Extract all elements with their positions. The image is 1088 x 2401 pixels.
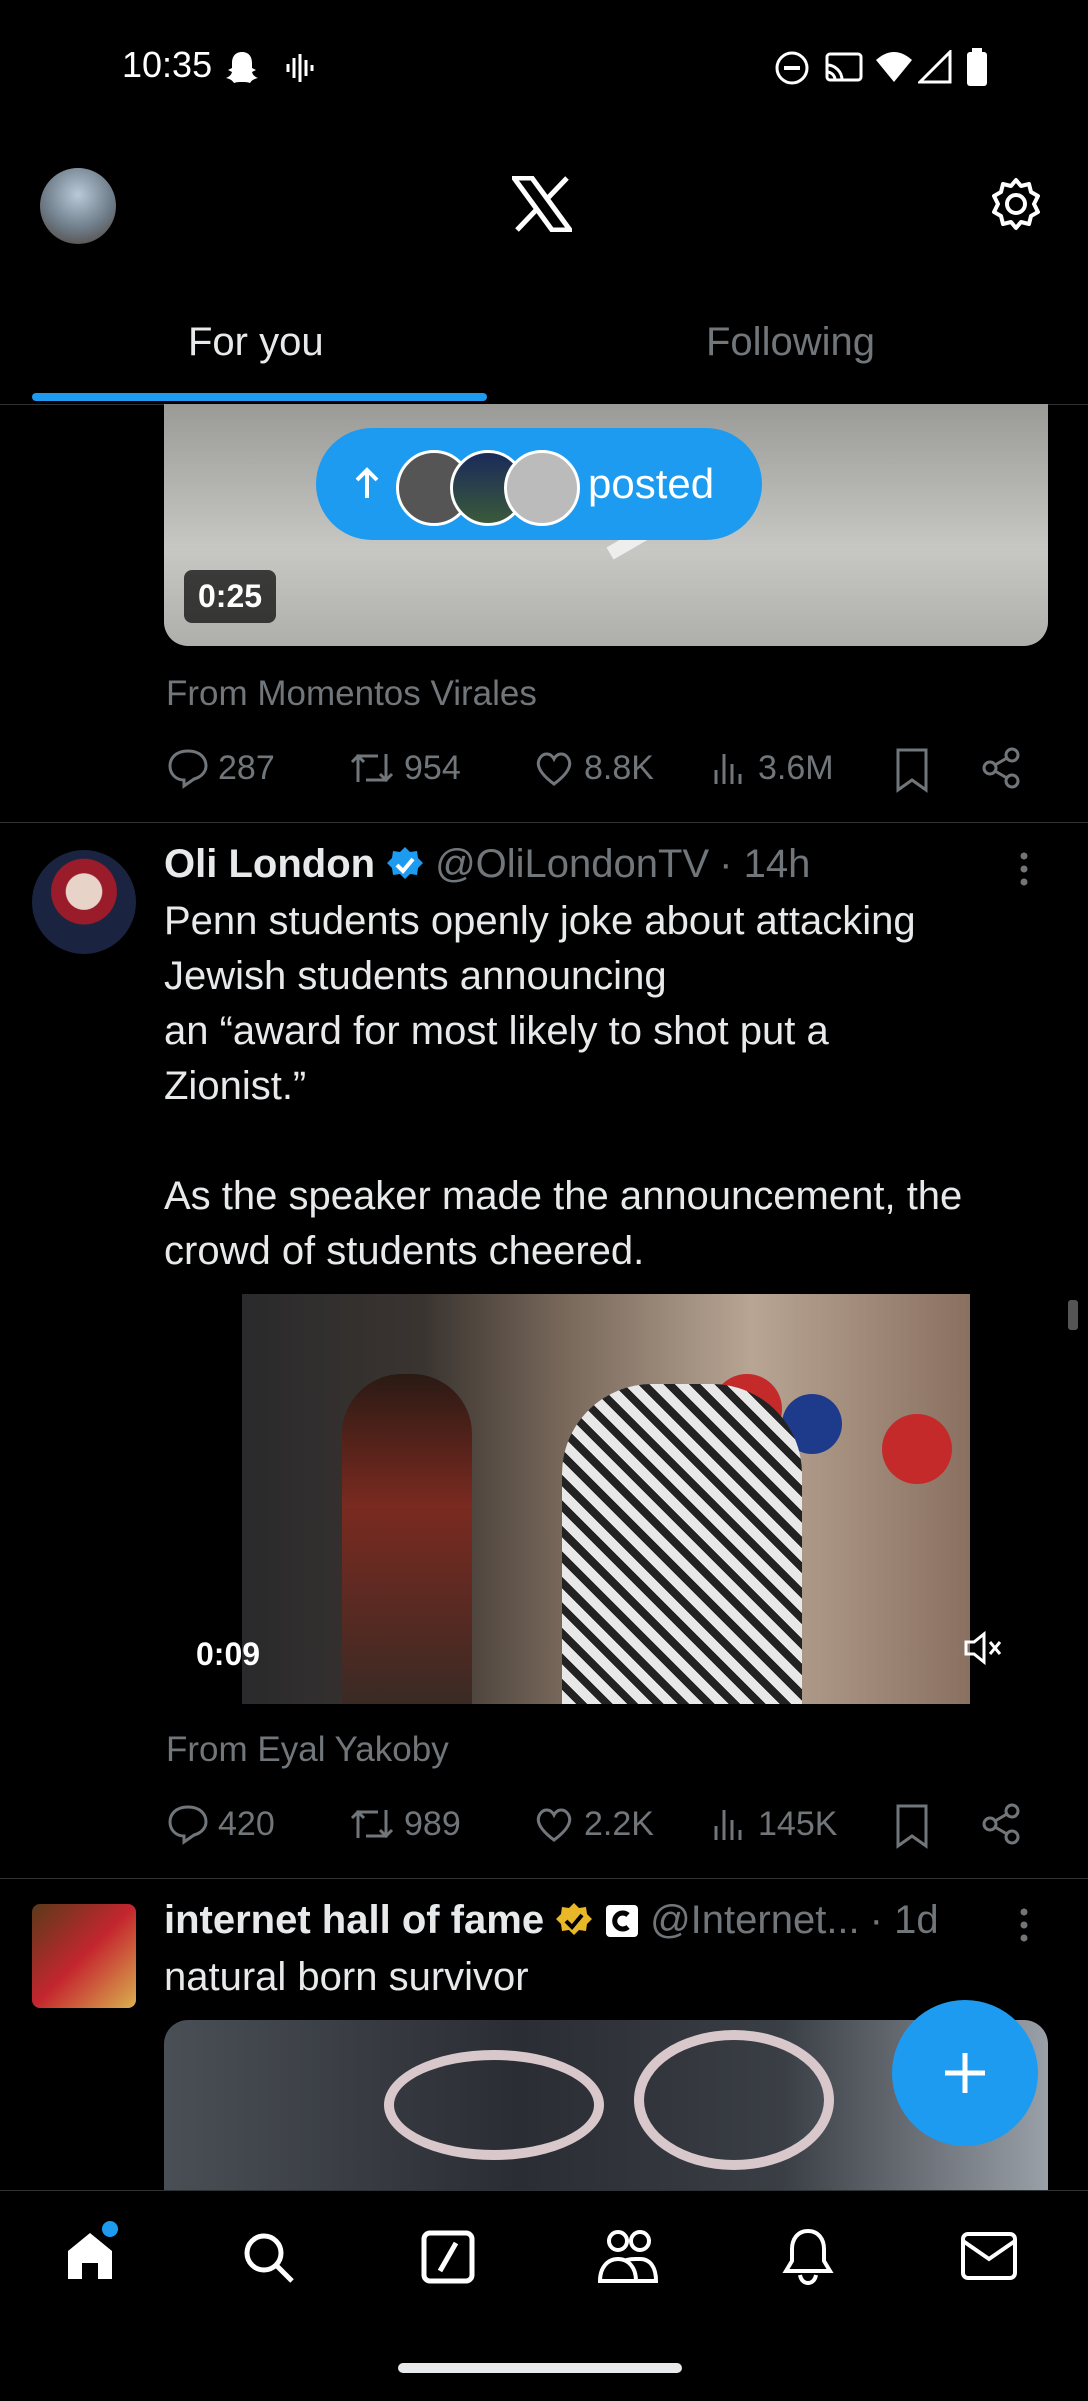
messages-icon[interactable] [960, 2231, 1018, 2281]
compose-button[interactable] [892, 2000, 1038, 2146]
dnd-icon [775, 51, 809, 85]
avatar[interactable] [32, 850, 136, 954]
like-count: 8.8K [584, 748, 654, 787]
video-source[interactable]: From Momentos Virales [166, 674, 537, 714]
reply-button[interactable]: 420 [166, 1802, 275, 1846]
search-icon[interactable] [240, 2229, 296, 2285]
tweet-text: Penn students openly joke about attackin… [164, 899, 963, 1273]
retweet-count: 954 [404, 748, 461, 787]
affiliate-badge-icon [606, 1904, 639, 1937]
balloon [882, 1414, 952, 1484]
retweet-button[interactable]: 954 [348, 746, 461, 790]
video-duration: 0:09 [196, 1636, 261, 1672]
plus-icon [945, 2053, 985, 2093]
video-frame [242, 1294, 970, 1704]
muted-speaker-icon[interactable] [962, 1628, 1004, 1668]
notifications-bell-icon[interactable] [780, 2227, 836, 2287]
audio-icon [286, 54, 314, 82]
bottom-navigation [0, 2190, 1088, 2401]
settings-gear-icon[interactable] [988, 176, 1044, 232]
person [342, 1374, 472, 1704]
retweet-count: 989 [404, 1804, 461, 1843]
views-icon [714, 1810, 742, 1840]
home-gesture-bar[interactable] [398, 2363, 682, 2373]
retweet-icon [350, 753, 394, 783]
like-button[interactable]: 2.2K [532, 1802, 654, 1846]
author-name[interactable]: Oli London [164, 842, 375, 887]
status-bar: 10:35 [0, 0, 1088, 140]
verified-badge-icon [387, 846, 424, 879]
tab-following[interactable]: Following [706, 320, 875, 365]
communities-icon[interactable] [596, 2227, 660, 2285]
views-button[interactable]: 3.6M [710, 746, 834, 790]
tweet-time: · 1d [869, 1898, 939, 1942]
tweet-text: natural born survivor [164, 1955, 529, 1999]
gold-verified-badge-icon [556, 1902, 593, 1935]
tweet-video[interactable] [164, 1294, 1048, 1704]
wifi-icon [876, 52, 912, 82]
new-posts-pill[interactable]: posted [316, 428, 762, 540]
video-duration: 0:25 [184, 570, 277, 623]
divider [0, 1878, 1088, 1879]
share-icon[interactable] [980, 1802, 1024, 1846]
like-count: 2.2K [584, 1804, 654, 1843]
tweet-header: internet hall of fame @Internet... · 1d [164, 1898, 939, 1943]
author-handle[interactable]: @OliLondonTV [435, 842, 709, 887]
tweet-time: · 14h [719, 842, 811, 886]
pill-label: posted [588, 460, 715, 507]
author-handle[interactable]: @Internet... [650, 1898, 860, 1943]
person [562, 1384, 802, 1704]
tweet-header: Oli London @OliLondonTV · 14h [164, 842, 810, 887]
notification-dot [102, 2221, 118, 2237]
more-options-icon[interactable] [1014, 1906, 1034, 1946]
reply-button[interactable]: 287 [166, 746, 275, 790]
cast-icon [825, 52, 863, 82]
views-button[interactable]: 145K [710, 1802, 837, 1846]
battery-icon [967, 48, 987, 86]
signal-icon [918, 50, 952, 84]
avatar[interactable] [32, 1904, 136, 2008]
share-icon[interactable] [980, 746, 1024, 790]
views-icon [714, 754, 742, 784]
tab-for-you[interactable]: For you [188, 320, 324, 365]
heart-icon [536, 752, 572, 786]
reply-count: 287 [218, 748, 275, 787]
retweet-button[interactable]: 989 [348, 1802, 461, 1846]
avatar [504, 450, 580, 526]
grok-icon[interactable] [420, 2229, 476, 2285]
profile-avatar[interactable] [40, 168, 116, 244]
active-tab-indicator [32, 393, 487, 401]
reply-icon [168, 749, 208, 789]
pattern [634, 2030, 834, 2170]
video-source[interactable]: From Eyal Yakoby [166, 1730, 449, 1770]
heart-icon [536, 1808, 572, 1842]
divider [0, 822, 1088, 823]
more-options-icon[interactable] [1014, 850, 1034, 890]
x-logo-icon[interactable] [512, 176, 572, 232]
bookmark-icon[interactable] [892, 1802, 932, 1850]
status-time: 10:35 [122, 44, 213, 85]
view-count: 145K [758, 1804, 838, 1843]
view-count: 3.6M [758, 748, 834, 787]
arrow-up-icon [355, 467, 379, 498]
pattern [384, 2050, 604, 2160]
reply-icon [168, 1805, 208, 1845]
bookmark-icon[interactable] [892, 746, 932, 794]
retweet-icon [350, 1809, 394, 1839]
reply-count: 420 [218, 1804, 275, 1843]
like-button[interactable]: 8.8K [532, 746, 654, 790]
author-name[interactable]: internet hall of fame [164, 1898, 544, 1943]
snapchat-icon [226, 52, 258, 83]
scrollbar-thumb[interactable] [1068, 1300, 1078, 1330]
